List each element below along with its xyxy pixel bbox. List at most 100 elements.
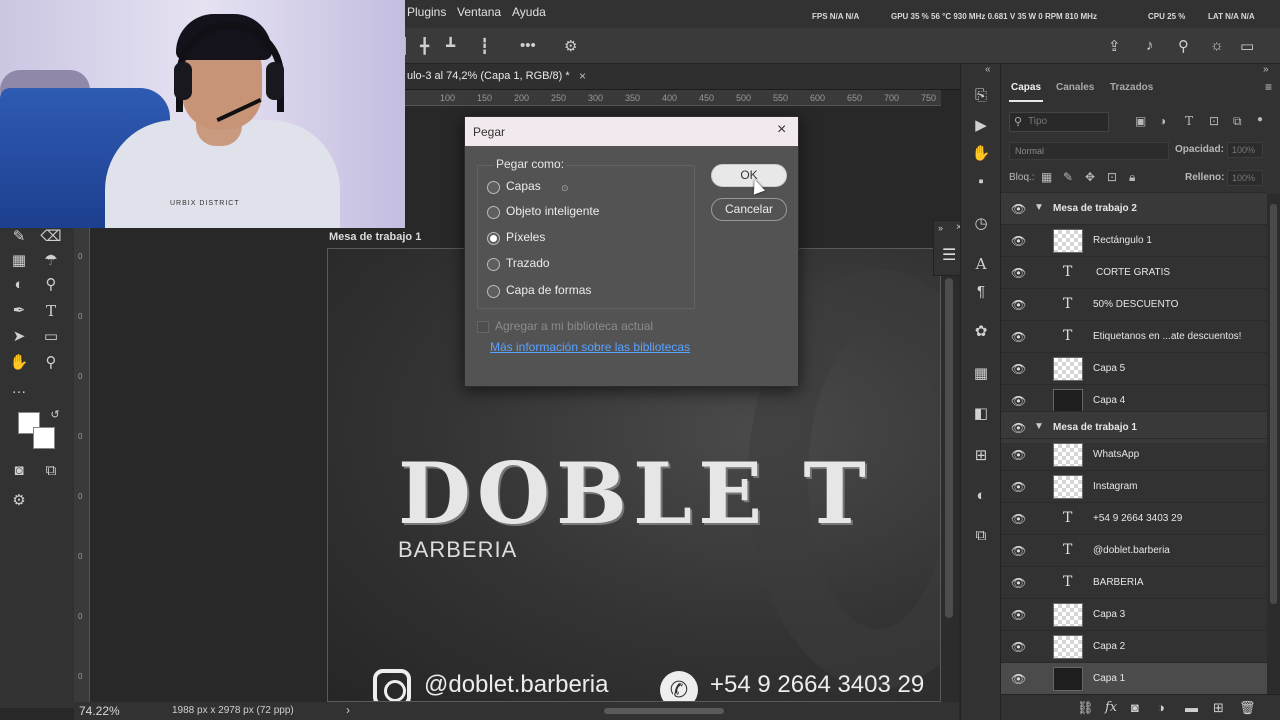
menu-plugins[interactable]: Plugins (407, 5, 446, 19)
layer-row-selected[interactable]: 👁︎ Capa 1 (1001, 662, 1267, 694)
radio-capas[interactable] (487, 181, 500, 194)
adjustments-icon[interactable]: ☰ (942, 245, 956, 265)
layer-row[interactable]: 👁︎ Capa 2 (1001, 630, 1267, 662)
filter-image-icon[interactable]: ▣ (1135, 114, 1146, 128)
radio-label[interactable]: Trazado (506, 256, 550, 270)
character-icon[interactable]: A (971, 254, 991, 274)
filter-adjustment-icon[interactable]: ◑ (1159, 114, 1166, 128)
radio-pixeles[interactable] (487, 232, 500, 245)
vertical-scrollbar[interactable] (941, 248, 959, 702)
libraries-icon[interactable]: ⧉ (971, 526, 991, 546)
add-mask-icon[interactable]: ◙ (1131, 700, 1139, 715)
sponge-tool-icon[interactable]: ⚲ (40, 274, 62, 296)
eye-icon[interactable]: 👁︎ (1011, 330, 1026, 344)
tab-trazados[interactable]: Trazados (1110, 82, 1153, 93)
patterns-icon[interactable]: ⊞ (971, 446, 991, 466)
new-group-icon[interactable]: ▬ (1185, 700, 1198, 715)
close-icon[interactable]: × (777, 121, 786, 139)
eye-icon[interactable]: 👁︎ (1011, 480, 1026, 494)
opacity-field[interactable]: 100% (1227, 142, 1263, 158)
scroll-thumb[interactable] (1270, 204, 1277, 604)
filter-shape-icon[interactable]: ⊡ (1209, 114, 1219, 128)
hand-tool-icon[interactable]: ✋ (8, 352, 30, 374)
layer-group-row[interactable]: 👁︎ ▼ Mesa de trabajo 2 (1001, 192, 1267, 224)
history-brush-icon[interactable]: ⎘ (971, 86, 991, 106)
filter-smartobject-icon[interactable]: ⧉ (1233, 114, 1242, 129)
more-options-icon[interactable]: ••• (520, 37, 536, 54)
layer-row[interactable]: 👁︎ T CORTE GRATIS (1001, 256, 1267, 288)
eye-icon[interactable]: 👁︎ (1011, 202, 1026, 216)
eraser-tool-icon[interactable]: ⌫ (40, 226, 62, 248)
link-layers-icon[interactable]: ⛓ (1077, 700, 1094, 716)
type-tool-icon[interactable]: T (40, 300, 62, 322)
rectangle-tool-icon[interactable]: ▭ (40, 326, 62, 348)
filter-type-icon[interactable]: T (1185, 114, 1193, 128)
layer-row[interactable]: 👁︎ Capa 3 (1001, 598, 1267, 630)
search-icon[interactable]: ⚲ (1178, 37, 1189, 55)
edit-toolbar-icon[interactable]: ⚙ (8, 490, 30, 512)
eye-icon[interactable]: 👁︎ (1011, 544, 1026, 558)
brush-tool-icon[interactable]: ✎ (8, 226, 30, 248)
align-vcenter-icon[interactable]: ╋ (420, 37, 429, 55)
adjustment-layer-icon[interactable]: ◑ (1157, 700, 1165, 715)
layers-scrollbar[interactable] (1267, 194, 1280, 704)
lock-pixels-icon[interactable]: ✎ (1063, 170, 1073, 184)
dialog-titlebar[interactable]: Pegar × (465, 117, 798, 146)
collapse-panels-icon[interactable]: « (985, 64, 991, 75)
libraries-info-link[interactable]: Más información sobre las bibliotecas (490, 340, 690, 354)
layer-row[interactable]: 👁︎ Rectángulo 1 (1001, 224, 1267, 256)
add-to-library-checkbox[interactable] (477, 321, 489, 333)
lock-artboard-icon[interactable]: ⊡ (1107, 170, 1117, 184)
share-icon[interactable]: ⇪ (1108, 37, 1121, 55)
layer-row[interactable]: 👁︎ T Etiquetanos en ...ate descuentos! (1001, 320, 1267, 352)
align-bottom-icon[interactable]: ┻ (446, 37, 455, 55)
layer-row[interactable]: 👁︎ T BARBERIA (1001, 566, 1267, 598)
eye-icon[interactable]: 👁︎ (1011, 608, 1026, 622)
screen-mode-icon[interactable]: ⧉ (40, 460, 62, 482)
hand-icon[interactable]: ✋ (971, 144, 991, 164)
eye-icon[interactable]: 👁︎ (1011, 576, 1026, 590)
zoom-level[interactable]: 74.22% (79, 704, 120, 718)
gradients-icon[interactable]: ◧ (971, 404, 991, 424)
radio-label[interactable]: Píxeles (506, 230, 545, 244)
comments-icon[interactable]: ▪ (971, 172, 991, 192)
document-tab[interactable]: ulo-3 al 74,2% (Capa 1, RGB/8) * × (405, 64, 965, 90)
zoom-tool-icon[interactable]: ⚲ (40, 352, 62, 374)
blur-tool-icon[interactable]: ☂ (40, 250, 62, 272)
dodge-tool-icon[interactable]: ◐ (8, 274, 30, 296)
cancel-button[interactable]: Cancelar (711, 198, 787, 221)
horizontal-scroll-thumb[interactable] (604, 708, 724, 714)
layer-row[interactable]: 👁︎ WhatsApp (1001, 438, 1267, 470)
adjustments-icon[interactable]: ◐ (971, 486, 991, 506)
layer-row[interactable]: 👁︎ T 50% DESCUENTO (1001, 288, 1267, 320)
quick-mask-icon[interactable]: ◙ (8, 460, 30, 482)
workspace-icon[interactable]: ▭ (1240, 37, 1254, 55)
lightbulb-icon[interactable]: ☼ (1210, 37, 1224, 54)
pen-tool-icon[interactable]: ✒ (8, 300, 30, 322)
radio-label[interactable]: Capa de formas (506, 283, 591, 297)
eye-icon[interactable]: 👁︎ (1011, 394, 1026, 408)
layer-filter-select[interactable]: ⚲ Tipo (1009, 112, 1109, 132)
eye-icon[interactable]: 👁︎ (1011, 448, 1026, 462)
status-menu-arrow[interactable]: › (346, 703, 350, 717)
radio-label[interactable]: Capas (506, 179, 541, 193)
menu-ayuda[interactable]: Ayuda (512, 5, 546, 19)
color-palette-icon[interactable]: ✿ (971, 322, 991, 342)
panel-menu-icon[interactable]: ≡ (1265, 80, 1272, 94)
layer-row[interactable]: 👁︎ Capa 5 (1001, 352, 1267, 384)
filter-toggle-icon[interactable]: ● (1257, 114, 1263, 125)
layer-row[interactable]: 👁︎ T +54 9 2664 3403 29 (1001, 502, 1267, 534)
info-icon[interactable]: ⊙ (561, 183, 569, 194)
distribute-icon[interactable]: ┇ (480, 37, 489, 55)
history-icon[interactable]: ◷ (971, 214, 991, 234)
swatches-grid-icon[interactable]: ▦ (971, 364, 991, 384)
menu-ventana[interactable]: Ventana (457, 5, 501, 19)
fx-icon[interactable]: fx (1105, 700, 1117, 715)
new-layer-icon[interactable]: ⊞ (1213, 700, 1224, 716)
eye-icon[interactable]: 👁︎ (1011, 421, 1026, 435)
radio-label[interactable]: Objeto inteligente (506, 204, 599, 218)
eye-icon[interactable]: 👁︎ (1011, 512, 1026, 526)
close-tab-icon[interactable]: × (579, 69, 586, 83)
blend-mode-select[interactable]: Normal (1009, 142, 1169, 160)
gear-icon[interactable]: ⚙ (564, 37, 577, 55)
